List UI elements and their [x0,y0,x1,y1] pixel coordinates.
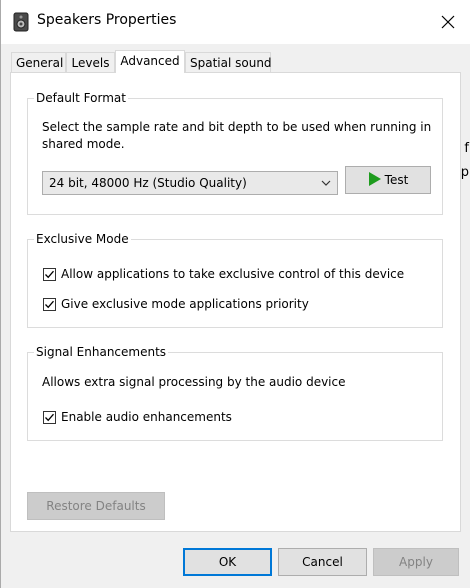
audio-enhancements-label: Enable audio enhancements [61,410,232,424]
tab-spatial-sound[interactable]: Spatial sound [185,52,272,72]
cancel-button[interactable]: Cancel [278,548,367,576]
tab-levels[interactable]: Levels [66,52,115,72]
group-label: Exclusive Mode [34,232,131,246]
exclusive-control-checkbox[interactable] [43,267,56,281]
chevron-down-icon [321,180,331,186]
format-dropdown-value: 24 bit, 48000 Hz (Studio Quality) [49,176,247,190]
exclusive-control-label: Allow applications to take exclusive con… [61,267,405,281]
speaker-icon [13,12,29,32]
restore-defaults-button[interactable]: Restore Defaults [27,492,165,520]
signal-enhancements-description: Allows extra signal processing by the au… [42,375,346,389]
default-format-description: Select the sample rate and bit depth to … [42,120,432,134]
default-format-description-cont: shared mode. [42,137,125,151]
apply-button[interactable]: Apply [373,548,459,576]
cancel-label: Cancel [302,555,343,569]
window-title: Speakers Properties [37,12,177,28]
default-format-group: Default Format Select the sample rate an… [27,91,443,215]
test-button-label: Test [384,173,409,187]
background-glyph: f [464,141,469,156]
exclusive-mode-group: Exclusive Mode Allow applications to tak… [27,232,443,328]
close-icon [441,15,455,29]
ok-button[interactable]: OK [183,548,272,576]
title-bar: Speakers Properties [1,0,470,44]
advanced-tab-panel: Default Format Select the sample rate an… [10,72,461,532]
close-button[interactable] [425,0,470,44]
tab-label: Advanced [120,54,180,68]
audio-enhancements-option[interactable]: Enable audio enhancements [43,409,232,425]
exclusive-control-option[interactable]: Allow applications to take exclusive con… [43,266,404,282]
signal-enhancements-group: Signal Enhancements Allows extra signal … [27,345,443,441]
checkmark-icon [45,413,54,421]
group-label: Signal Enhancements [34,345,169,359]
exclusive-priority-checkbox[interactable] [43,297,56,311]
group-label: Default Format [34,91,128,105]
background-glyph: p [460,165,469,180]
speakers-properties-window: Speakers Properties f p General Levels A… [0,0,470,588]
tab-advanced[interactable]: Advanced [115,50,185,73]
tab-label: General [16,56,64,70]
tab-general[interactable]: General [11,52,66,72]
restore-defaults-label: Restore Defaults [46,499,146,513]
audio-enhancements-checkbox[interactable] [43,410,56,424]
tab-label: Levels [71,56,110,70]
test-button[interactable]: Test [345,166,431,194]
ok-label: OK [218,555,237,569]
apply-label: Apply [399,555,433,569]
play-icon [368,172,381,186]
checkmark-icon [45,270,54,278]
checkmark-icon [45,300,54,308]
exclusive-priority-label: Give exclusive mode applications priorit… [61,297,309,311]
exclusive-priority-option[interactable]: Give exclusive mode applications priorit… [43,296,309,312]
tab-label: Spatial sound [190,56,272,70]
format-dropdown[interactable]: 24 bit, 48000 Hz (Studio Quality) [42,171,338,195]
